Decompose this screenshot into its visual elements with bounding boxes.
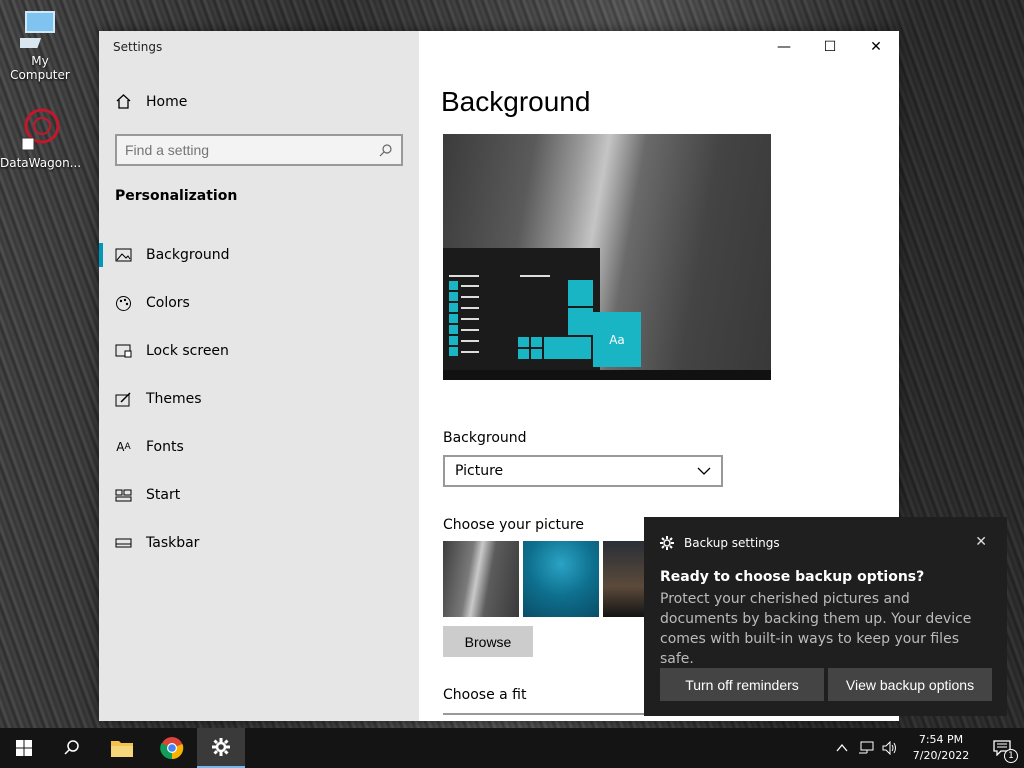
nav-item-label: Taskbar <box>146 535 200 551</box>
thumbnail-rock[interactable] <box>443 541 519 617</box>
preview-tile: Aa <box>593 312 641 367</box>
turn-off-reminders-button[interactable]: Turn off reminders <box>660 668 824 701</box>
search-box[interactable] <box>115 134 403 166</box>
notification-body: Protect your cherished pictures and docu… <box>660 591 972 667</box>
background-label: Background <box>443 430 527 446</box>
nav-home[interactable]: Home <box>115 93 187 110</box>
background-select-value: Picture <box>455 463 504 479</box>
fonts-icon: AA <box>116 440 131 454</box>
page-title: Background <box>441 86 591 117</box>
gear-icon <box>212 738 230 756</box>
notification-app-name: Backup settings <box>684 536 780 550</box>
nav-item-label: Start <box>146 487 181 503</box>
background-select[interactable]: Picture <box>443 455 723 487</box>
file-explorer-button[interactable] <box>98 728 146 768</box>
settings-taskbar-button[interactable] <box>197 728 245 768</box>
nav-item-label: Themes <box>146 391 202 407</box>
start-button[interactable] <box>0 728 48 768</box>
search-icon <box>64 740 79 755</box>
nav-item-label: Lock screen <box>146 343 229 359</box>
window-title: Settings <box>113 40 163 54</box>
nav-item-taskbar[interactable]: Taskbar <box>99 519 419 567</box>
home-icon <box>116 94 131 109</box>
choose-fit-label: Choose a fit <box>443 687 527 703</box>
search-icon <box>379 144 392 157</box>
search-button[interactable] <box>48 728 96 768</box>
notification-count-badge: 1 <box>1004 749 1018 763</box>
chevron-up-icon[interactable] <box>830 728 854 768</box>
volume-icon[interactable] <box>878 728 902 768</box>
taskbar-icon <box>115 535 132 552</box>
nav-home-label: Home <box>146 93 188 110</box>
desktop-icon-label: DataWagon... <box>0 156 82 170</box>
notification-close-icon[interactable]: ✕ <box>975 534 987 550</box>
nav-item-label: Fonts <box>146 439 184 455</box>
nav-item-themes[interactable]: Themes <box>99 375 419 423</box>
nav-item-start[interactable]: Start <box>99 471 419 519</box>
nav-item-fonts[interactable]: AA Fonts <box>99 423 419 471</box>
themes-icon <box>115 391 132 408</box>
chevron-down-icon <box>697 467 711 475</box>
desktop-icon-datawagon[interactable]: DataWagon... <box>0 104 82 170</box>
nav-item-colors[interactable]: Colors <box>99 279 419 327</box>
nav-item-lock-screen[interactable]: Lock screen <box>99 327 419 375</box>
app-shortcut-icon <box>21 108 60 151</box>
computer-icon <box>20 11 55 48</box>
desktop-icon-label: My Computer <box>10 54 70 82</box>
thumbnail-underwater[interactable] <box>523 541 599 617</box>
image-icon <box>115 247 132 264</box>
nav-item-background[interactable]: Background <box>99 231 419 279</box>
browse-button[interactable]: Browse <box>443 626 533 657</box>
taskbar-clock[interactable]: 7:54 PM 7/20/2022 <box>902 732 980 764</box>
notification-title: Ready to choose backup options? <box>660 569 925 585</box>
clock-time: 7:54 PM <box>918 733 964 746</box>
system-tray: 7:54 PM 7/20/2022 1 <box>830 728 1024 768</box>
preview-start-menu: Aa <box>443 248 641 370</box>
windows-logo-icon <box>16 740 32 756</box>
desktop-icon-my-computer[interactable]: My Computer <box>0 8 80 82</box>
palette-icon <box>115 295 132 312</box>
view-backup-options-button[interactable]: View backup options <box>828 668 992 701</box>
taskbar: 7:54 PM 7/20/2022 1 <box>0 728 1024 768</box>
section-title: Personalization <box>115 188 238 204</box>
clock-date: 7/20/2022 <box>912 749 970 762</box>
nav-item-label: Background <box>146 247 230 263</box>
lock-screen-icon <box>115 343 132 360</box>
backup-notification: Backup settings ✕ Ready to choose backup… <box>644 517 1007 716</box>
chrome-icon <box>160 737 184 760</box>
search-input[interactable] <box>125 142 379 158</box>
network-icon[interactable] <box>854 728 878 768</box>
notification-actions: Turn off reminders View backup options <box>660 668 992 701</box>
nav-list: Background Colors Lock screen Themes AA … <box>99 231 419 567</box>
notification-header: Backup settings <box>660 536 780 550</box>
start-icon <box>115 487 132 504</box>
action-center-button[interactable]: 1 <box>980 728 1024 768</box>
folder-icon <box>111 741 133 757</box>
gear-icon <box>660 536 674 550</box>
choose-picture-label: Choose your picture <box>443 517 584 533</box>
nav-item-label: Colors <box>146 295 190 311</box>
background-preview: Aa <box>443 134 771 380</box>
chrome-button[interactable] <box>148 728 196 768</box>
settings-sidebar: Settings Home Personalization Background… <box>99 31 419 721</box>
